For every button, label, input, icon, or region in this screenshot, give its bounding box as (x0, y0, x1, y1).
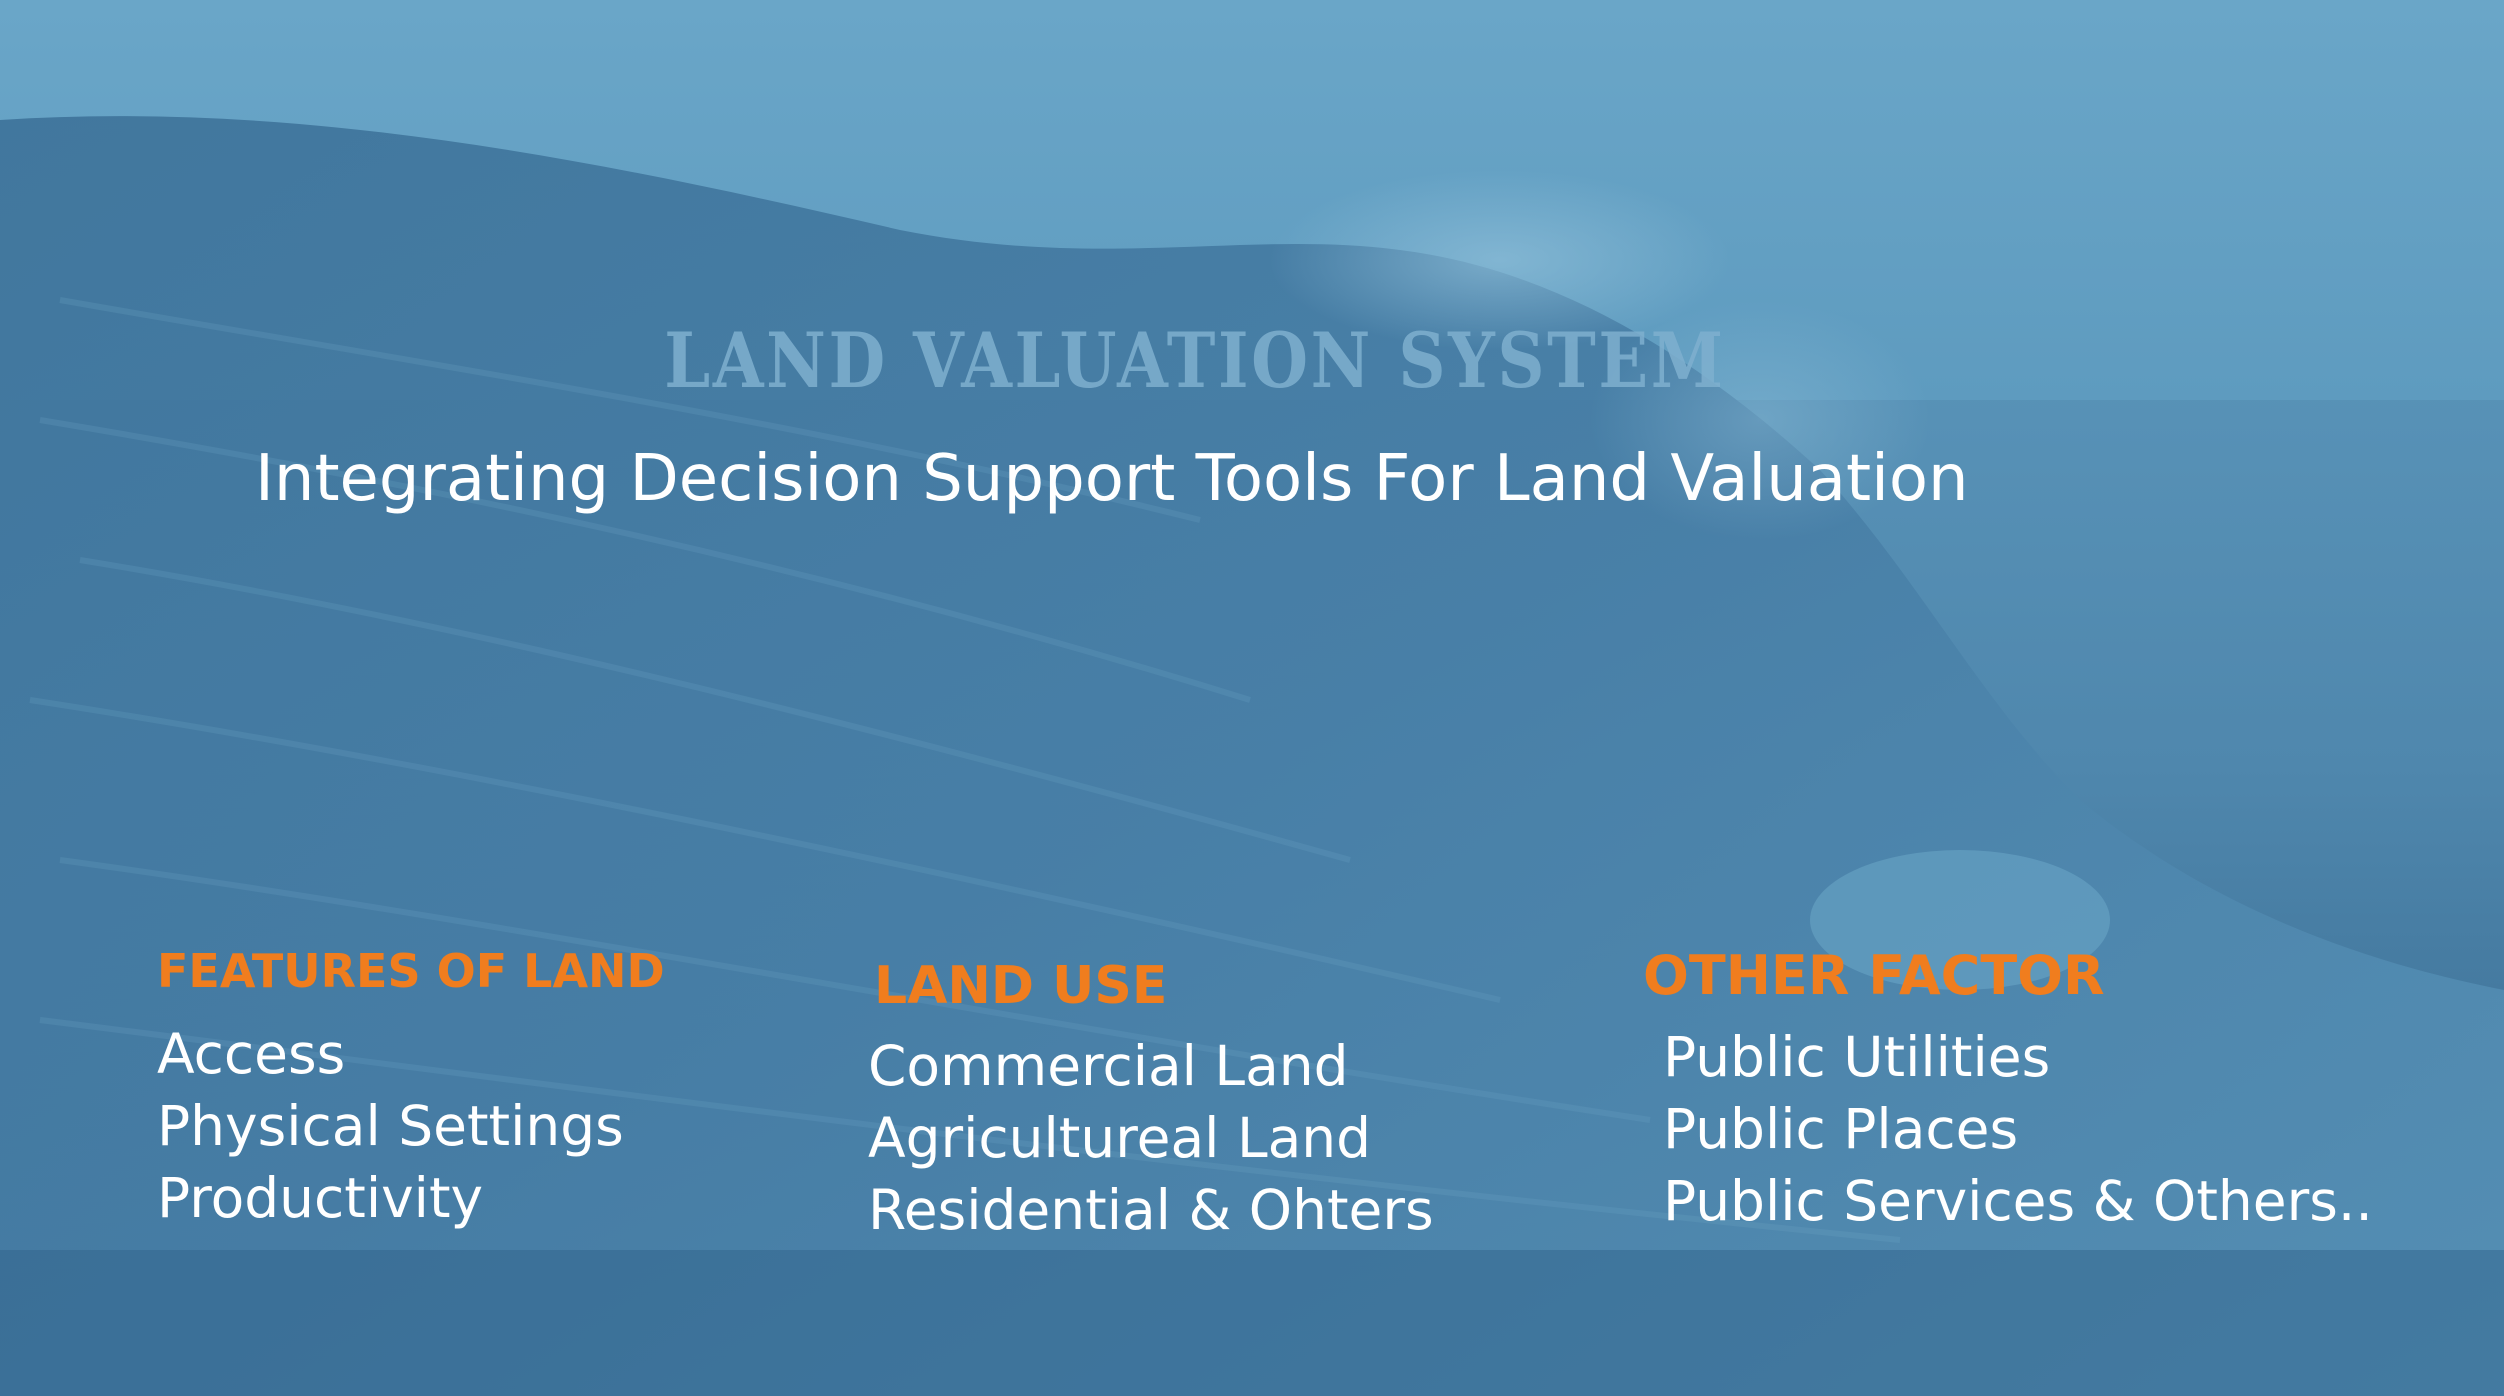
slide-subtitle: Integrating Decision Support Tools For L… (255, 442, 1969, 516)
list-item: Productivity (157, 1166, 484, 1230)
list-item: Public Utilities (1663, 1025, 2051, 1089)
list-item: Physical Settings (157, 1094, 624, 1158)
list-item: Access (157, 1022, 346, 1086)
list-item: Agricultureal Land (868, 1106, 1372, 1170)
slide: LAND VALUATION SYSTEM Integrating Decisi… (0, 0, 2504, 1396)
land-use-column: LAND USE Commercial Land Agricultureal L… (868, 956, 1434, 1246)
column-heading: OTHER FACTOR (1643, 944, 2105, 1007)
list-item: Commercial Land (868, 1034, 1349, 1098)
column-heading: FEATURES OF LAND (157, 944, 665, 998)
features-of-land-column: FEATURES OF LAND Access Physical Setting… (157, 944, 665, 1234)
column-heading: LAND USE (874, 956, 1168, 1016)
list-item: Residential & Ohters (868, 1178, 1434, 1242)
slide-title: LAND VALUATION SYSTEM (664, 316, 1726, 405)
list-item: Public Services & Others.. (1663, 1169, 2373, 1233)
list-item: Public Places (1663, 1097, 2019, 1161)
other-factor-column: OTHER FACTOR Public Utilities Public Pla… (1643, 944, 2373, 1237)
